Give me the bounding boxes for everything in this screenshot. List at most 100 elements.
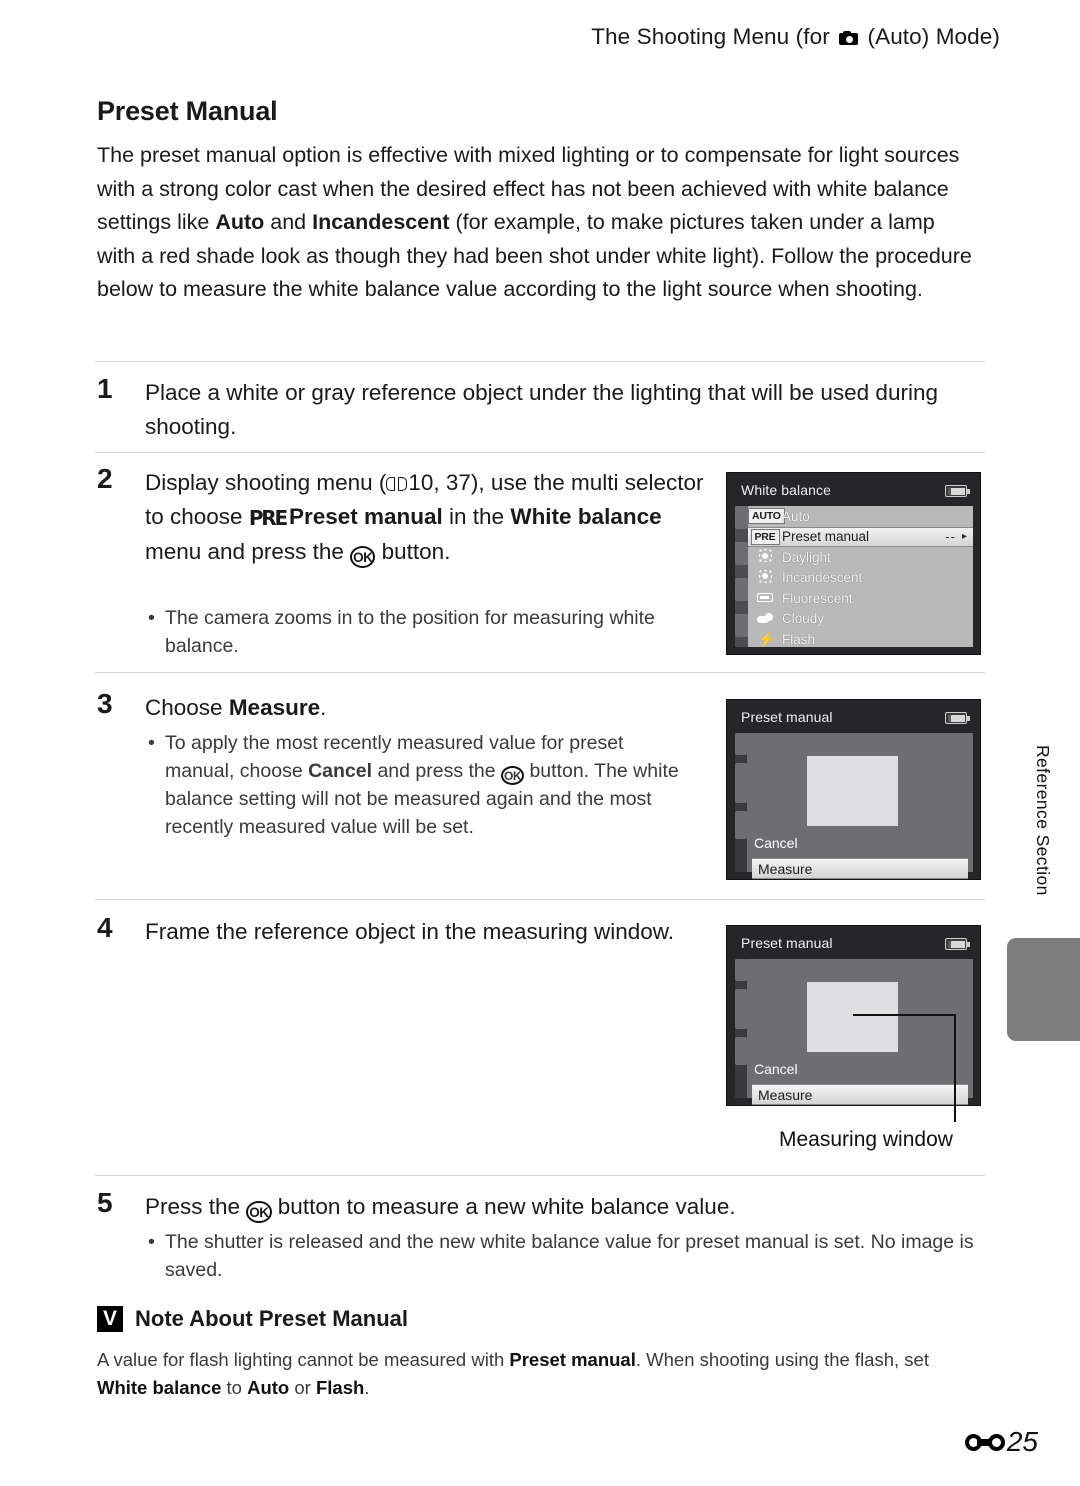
step-5-text-2: button to measure a new white balance va…	[271, 1194, 736, 1219]
list-item: • The shutter is released and the new wh…	[145, 1228, 985, 1284]
note-title: Note About Preset Manual	[135, 1306, 408, 1331]
screen-title: Preset manual	[741, 935, 833, 951]
callout-line-horizontal	[853, 1014, 956, 1016]
step-2-text: Display shooting menu (10, 37), use the …	[145, 466, 715, 569]
page-title: Preset Manual	[97, 96, 278, 126]
wb-option-incandescent[interactable]: Incandescent	[748, 568, 973, 589]
divider-step-3	[95, 672, 985, 673]
manual-page: The Shooting Menu (for (Auto) Mode) Pres…	[0, 0, 1080, 1486]
bullet-dot: •	[148, 732, 155, 754]
wb-option-daylight[interactable]: Daylight	[748, 547, 973, 568]
intro-bold-incandescent: Incandescent	[312, 210, 450, 234]
step-5-bullet-text: The shutter is released and the new whit…	[165, 1231, 974, 1281]
step-1-number: 1	[97, 373, 113, 404]
cancel-option[interactable]: Cancel	[754, 1061, 798, 1077]
screen-title: White balance	[741, 482, 832, 498]
step-3-bullet-text-2: and press the	[372, 760, 502, 782]
note-body: A value for flash lighting cannot be mea…	[97, 1346, 982, 1401]
wb-option-preset-manual[interactable]: PRE Preset manual -- ▸	[748, 526, 973, 547]
note-heading: Note About Preset Manual	[97, 1305, 408, 1332]
step-5-number: 5	[97, 1187, 113, 1218]
wb-option-flash[interactable]: ⚡ Flash	[748, 629, 973, 650]
step-3-number: 3	[97, 688, 113, 719]
chevron-right-icon: ▸	[961, 531, 967, 543]
bullet-dot: •	[148, 607, 155, 629]
step-2-text-3: in the	[442, 503, 511, 529]
divider-step-4	[95, 899, 985, 900]
step-4-number: 4	[97, 912, 113, 943]
cancel-option[interactable]: Cancel	[754, 835, 798, 851]
cloud-icon	[748, 612, 782, 626]
note-text-4: or	[289, 1376, 316, 1398]
menu-scroll-rail	[735, 959, 747, 1098]
running-header-suffix: (Auto) Mode)	[861, 24, 1000, 49]
wb-option-label: Fluorescent	[782, 590, 853, 606]
step-2-text-4: menu and press the	[145, 539, 351, 564]
note-text-5: .	[364, 1376, 370, 1398]
battery-icon	[945, 938, 970, 950]
list-item: • The camera zooms in to the position fo…	[145, 604, 690, 660]
page-number: 25	[1006, 1426, 1038, 1457]
wb-option-cloudy[interactable]: Cloudy	[748, 609, 973, 630]
step-2-text-1: Display shooting menu (	[145, 470, 387, 495]
menu-scroll-rail	[735, 506, 748, 647]
step-2-bullet-text: The camera zooms in to the position for …	[165, 607, 655, 657]
step-1-text: Place a white or gray reference object u…	[145, 380, 938, 439]
book-icon	[386, 476, 408, 492]
step-3-text-1: Choose	[145, 695, 229, 720]
measuring-window-label: Measuring window	[779, 1128, 953, 1151]
step-3-text: Choose Measure.	[145, 691, 715, 725]
step-5-text: Press the OK button to measure a new whi…	[145, 1190, 975, 1224]
caution-icon	[97, 1305, 123, 1332]
ok-button-icon: OK	[350, 546, 376, 568]
auto-tag-icon: AUTO	[748, 508, 785, 525]
step-5-bullets: • The shutter is released and the new wh…	[145, 1228, 985, 1284]
running-header-prefix: The Shooting Menu (for	[591, 24, 837, 49]
wb-option-label: Daylight	[782, 549, 831, 565]
wb-option-fluorescent[interactable]: Fluorescent	[748, 588, 973, 609]
step-2-number: 2	[97, 463, 113, 494]
step-2-bold-preset-manual: Preset manual	[288, 503, 443, 529]
note-bold-preset-manual: Preset manual	[509, 1349, 636, 1370]
measuring-window	[807, 756, 898, 826]
battery-icon	[945, 485, 970, 497]
live-view-frame: Cancel Measure	[747, 959, 973, 1105]
ok-button-icon: OK	[246, 1201, 272, 1223]
step-2-bold-white-balance: White balance	[510, 503, 662, 529]
step-3-bullets: • To apply the most recently measured va…	[145, 729, 695, 841]
pre-glyph-icon: PRE	[248, 505, 288, 530]
page-footer: 25	[964, 1426, 1038, 1458]
wb-option-label: Cloudy	[782, 611, 825, 627]
list-item: • To apply the most recently measured va…	[145, 729, 695, 841]
step-3-text-2: .	[320, 695, 327, 720]
measure-option[interactable]: Measure	[752, 858, 968, 879]
divider-step-5	[95, 1175, 985, 1176]
screenshot-white-balance-menu: White balance AUTO Auto PRE Preset manua…	[726, 472, 981, 655]
note-text-1: A value for flash lighting cannot be mea…	[97, 1349, 510, 1370]
measure-option[interactable]: Measure	[752, 1084, 968, 1105]
running-header: The Shooting Menu (for (Auto) Mode)	[0, 24, 1000, 50]
reference-symbol-icon	[964, 1433, 1005, 1451]
wb-option-label: Incandescent	[782, 570, 863, 586]
sun-icon	[748, 549, 782, 565]
note-text-2: . When shooting using the flash, set	[635, 1349, 929, 1370]
screenshot-preset-manual: Preset manual Cancel Measure	[726, 699, 981, 880]
camera-icon	[839, 31, 859, 45]
flash-bolt-icon: ⚡	[758, 630, 776, 647]
bulb-icon	[748, 569, 782, 586]
menu-scroll-rail	[735, 733, 747, 872]
measuring-window	[807, 982, 898, 1052]
screen-title: Preset manual	[741, 709, 833, 725]
intro-paragraph: The preset manual option is effective wi…	[97, 139, 975, 307]
wb-option-label: Auto	[782, 508, 810, 524]
note-bold-white-balance: White balance	[97, 1376, 222, 1398]
battery-icon	[945, 712, 970, 724]
wb-option-auto[interactable]: AUTO Auto	[748, 506, 973, 527]
step-2-bullets: • The camera zooms in to the position fo…	[145, 604, 690, 660]
wb-option-value: --	[945, 529, 956, 545]
step-3-bold-measure: Measure	[228, 695, 321, 720]
step-3-bullet-bold-cancel: Cancel	[308, 760, 373, 782]
ok-button-icon: OK	[501, 766, 525, 785]
white-balance-option-list[interactable]: AUTO Auto PRE Preset manual -- ▸ Dayligh…	[748, 506, 973, 647]
live-view-frame: Cancel Measure	[747, 733, 973, 879]
